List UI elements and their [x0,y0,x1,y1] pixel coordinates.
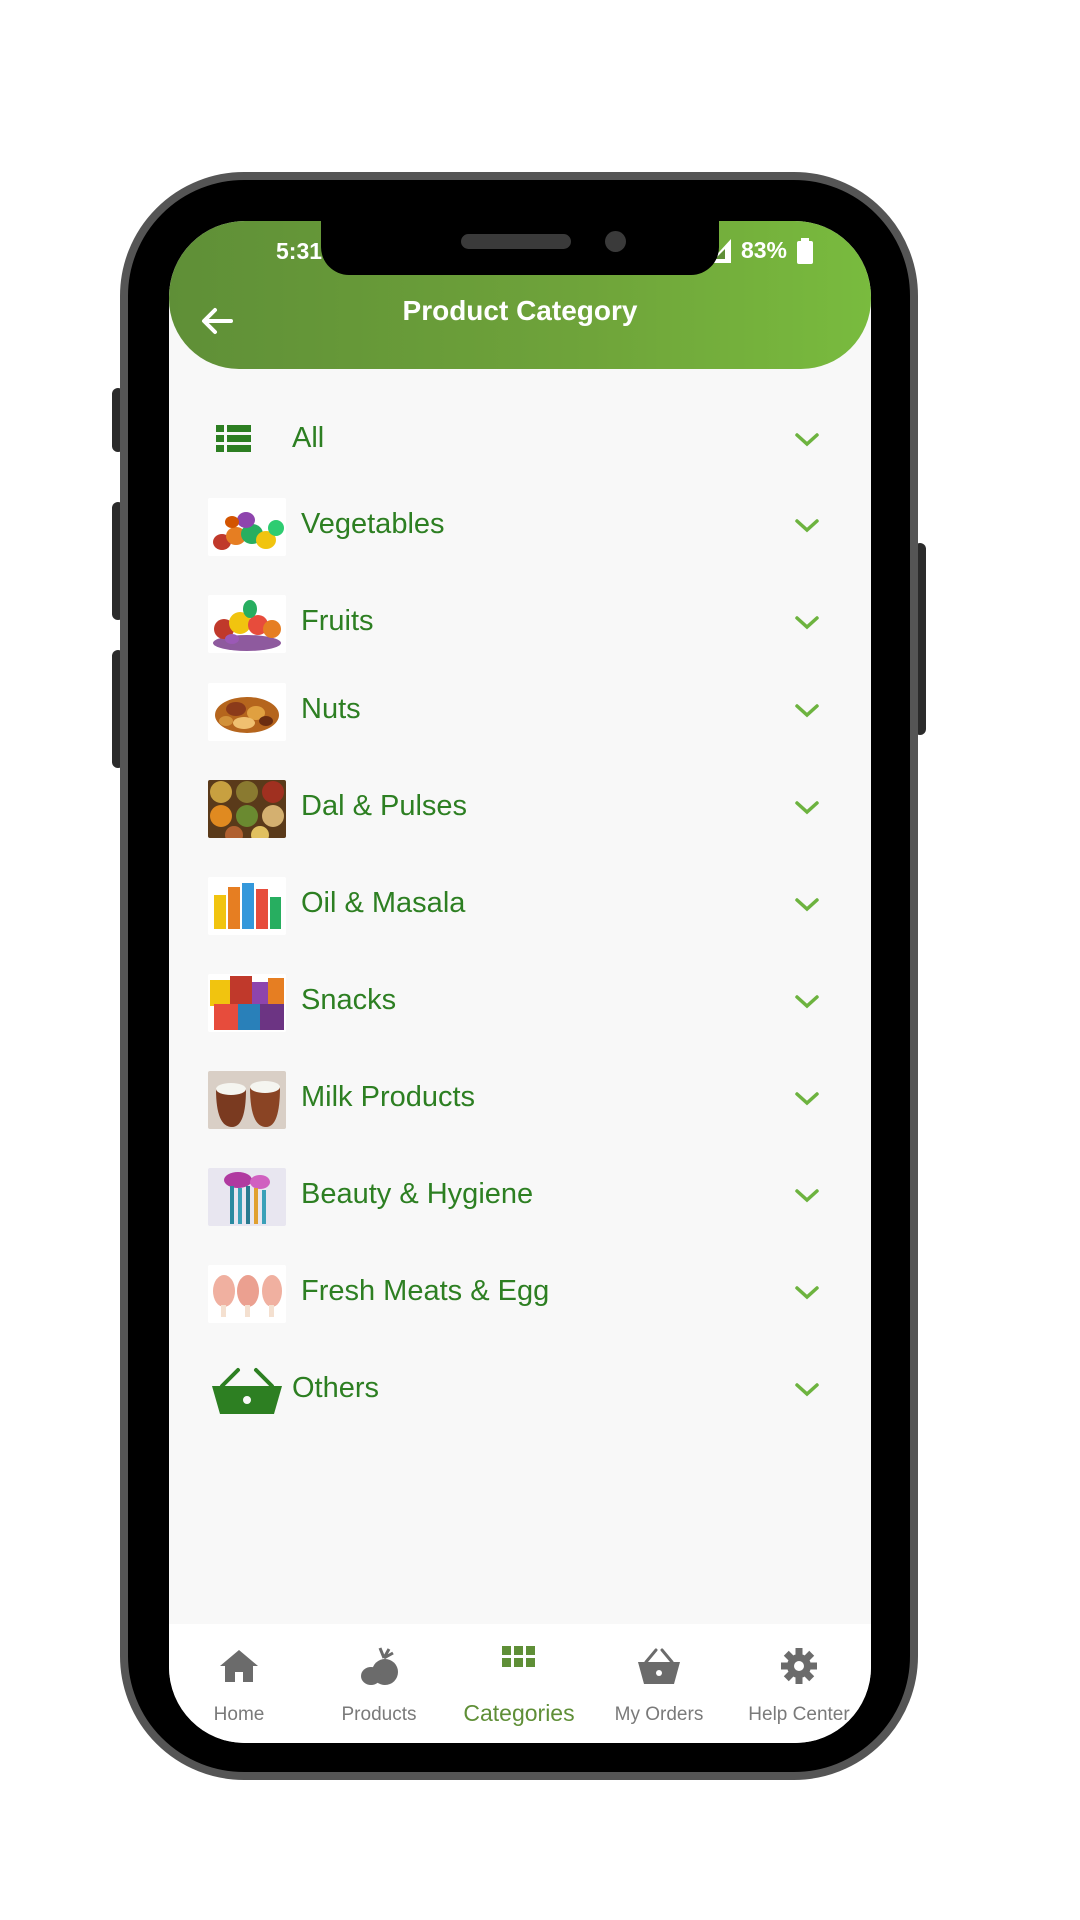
chevron-down-icon[interactable] [794,1188,820,1204]
basket-icon [638,1648,680,1684]
category-item-others[interactable]: Others [169,1354,871,1430]
chevron-down-icon[interactable] [794,615,820,631]
tab-categories[interactable]: Categories [449,1624,589,1743]
fruits-thumbnail [208,595,286,653]
category-item-dal-pulses[interactable]: Dal & Pulses [169,772,871,848]
snacks-thumbnail [208,974,286,1032]
header-bar: 5:31 83% Product Category [169,221,871,369]
chevron-down-icon[interactable] [794,432,820,448]
category-label: Milk Products [301,1081,476,1113]
chevron-down-icon[interactable] [794,703,820,719]
speaker-grille [461,234,571,249]
category-label: Oil & Masala [301,887,466,919]
tab-label: Home [213,1704,265,1725]
chevron-down-icon[interactable] [794,1091,820,1107]
tab-help-center[interactable]: Help Center [729,1624,869,1743]
category-label: Others [292,1372,380,1404]
app-screen: 5:31 83% Product Category All Vegetables… [169,221,871,1743]
category-item-fresh-meats-egg[interactable]: Fresh Meats & Egg [169,1257,871,1333]
category-label: Dal & Pulses [301,790,468,822]
vegetables-thumbnail [208,498,286,556]
chevron-down-icon[interactable] [794,1285,820,1301]
category-item-vegetables[interactable]: Vegetables [169,490,871,566]
fruit-icon [361,1647,398,1685]
list-icon [216,425,251,452]
nuts-thumbnail [208,683,286,741]
category-label: Snacks [301,984,397,1016]
chevron-down-icon[interactable] [794,1382,820,1398]
chevron-down-icon[interactable] [794,518,820,534]
tab-label: My Orders [614,1704,704,1725]
beauty-hygiene-thumbnail [208,1168,286,1226]
tab-my-orders[interactable]: My Orders [589,1624,729,1743]
battery-percent: 83% [740,237,787,263]
camera-notch [321,221,719,275]
gear-icon [781,1648,817,1684]
dal-pulses-thumbnail [208,780,286,838]
milk-products-thumbnail [208,1071,286,1129]
tab-products[interactable]: Products [309,1624,449,1743]
home-icon [220,1650,258,1682]
tab-label: Categories [463,1700,575,1726]
front-camera [605,231,626,252]
chevron-down-icon[interactable] [794,800,820,816]
category-item-oil-masala[interactable]: Oil & Masala [169,869,871,945]
chevron-down-icon[interactable] [794,897,820,913]
basket-icon [212,1368,282,1414]
status-time: 5:31 [276,238,323,264]
grid-icon [502,1646,535,1667]
category-item-beauty-hygiene[interactable]: Beauty & Hygiene [169,1160,871,1236]
category-item-milk-products[interactable]: Milk Products [169,1063,871,1139]
category-label: Fresh Meats & Egg [301,1275,550,1307]
tab-label: Help Center [748,1704,850,1725]
battery-icon [797,237,813,264]
status-right: 83% [708,237,813,264]
fresh-meats-thumbnail [208,1265,286,1323]
category-item-fruits[interactable]: Fruits [169,587,871,663]
category-label: Nuts [301,693,361,725]
category-item-all[interactable]: All [169,404,871,480]
category-label: Vegetables [301,508,445,540]
tab-home[interactable]: Home [169,1624,309,1743]
chevron-down-icon[interactable] [794,994,820,1010]
category-item-nuts[interactable]: Nuts [169,675,871,751]
category-label: Beauty & Hygiene [301,1178,534,1210]
tab-label: Products [341,1704,417,1725]
page-title: Product Category [402,295,638,326]
category-item-snacks[interactable]: Snacks [169,966,871,1042]
category-label: Fruits [301,605,374,637]
oil-masala-thumbnail [208,877,286,935]
bottom-nav: Home Products Categories My Orders Help … [169,1624,871,1743]
category-label: All [292,422,325,454]
